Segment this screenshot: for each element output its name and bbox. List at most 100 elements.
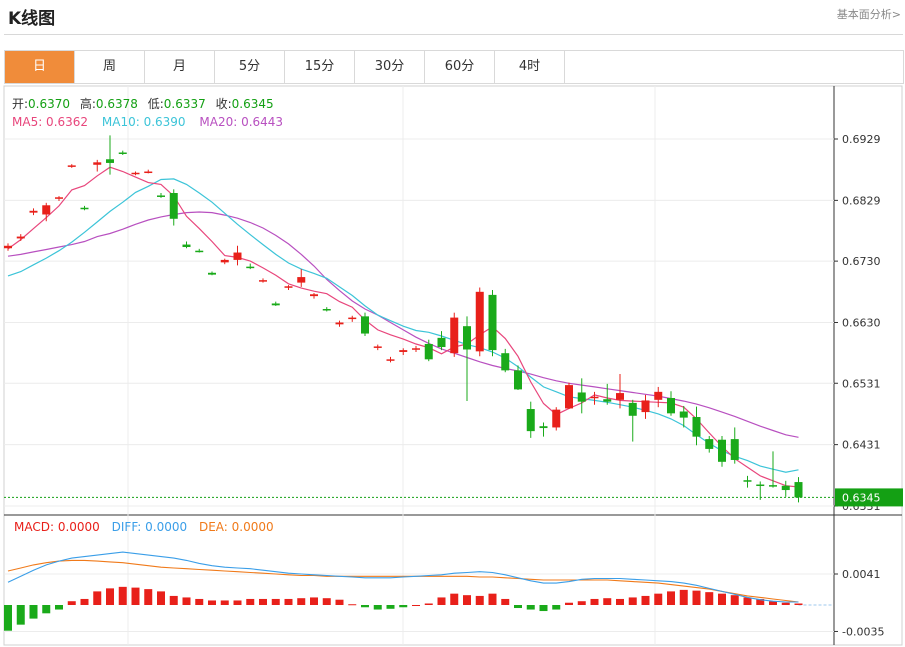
macd-histogram-bar (29, 605, 38, 619)
high-value: 0.6378 (96, 97, 138, 111)
candle (42, 202, 51, 222)
candle (539, 422, 548, 437)
candle-body (781, 485, 790, 491)
ma20-legend: MA20: 0.6443 (199, 115, 283, 129)
macd-histogram-bar (539, 605, 548, 612)
candle-body (654, 391, 663, 400)
ma10-legend: MA10: 0.6390 (102, 115, 186, 129)
candle (67, 164, 76, 168)
macd-tick-label: 0.0041 (842, 568, 881, 581)
current-price-label: 0.6345 (842, 491, 881, 504)
candle (246, 263, 255, 270)
macd-histogram-bar (297, 598, 306, 605)
candle-body (730, 439, 739, 460)
candle-body (794, 482, 803, 498)
candle-body (705, 439, 714, 449)
macd-histogram-bar (514, 605, 522, 609)
open-value: 0.6370 (28, 97, 70, 111)
candle (118, 150, 127, 155)
candle-body (297, 277, 306, 283)
macd-histogram-bar (654, 593, 663, 605)
macd-histogram-bar (144, 589, 153, 605)
macd-histogram-bar (488, 593, 497, 605)
candle (386, 356, 395, 363)
candle (743, 475, 752, 488)
macd-histogram-bar (80, 598, 89, 605)
candle-body (246, 266, 255, 269)
candle (93, 159, 102, 172)
candle-body (667, 397, 675, 414)
macd-histogram-bar (131, 587, 140, 605)
candle-body (692, 417, 701, 437)
candle (730, 427, 739, 464)
macd-histogram-bar (565, 602, 573, 605)
candle-body (220, 259, 229, 263)
candle-body (144, 171, 153, 174)
macd-histogram-bar (246, 598, 255, 605)
candle-body (373, 346, 382, 348)
price-tick-label: 0.6829 (842, 194, 881, 207)
chart-axes: 0.6929 0.6829 0.6730 0.6630 0.6531 0.6431 0.63… (4, 133, 903, 638)
candle-body (475, 291, 484, 352)
price-tick-label: 0.6630 (842, 317, 881, 330)
candle (195, 248, 204, 253)
candle-body (603, 399, 612, 402)
macd-histogram-bar (195, 598, 204, 605)
candle-body (616, 393, 624, 400)
macd-histogram-bar (118, 586, 127, 605)
candle-body (208, 272, 216, 275)
candle (475, 287, 484, 357)
candle-body (769, 485, 777, 487)
chart-grid (3, 85, 903, 646)
candle-body (131, 172, 140, 175)
candle (692, 406, 701, 446)
macd-histogram-bar (220, 600, 229, 605)
candle-body (399, 350, 408, 352)
candle (488, 289, 497, 357)
candle (4, 243, 12, 251)
macd-histogram-bar (361, 605, 369, 608)
ohlc-legend: 开:0.6370 高:0.6378 低:0.6337 收:0.6345 (12, 96, 274, 111)
candle (361, 312, 369, 337)
macd-histogram-bar (450, 593, 459, 605)
open-label: 开: (12, 97, 28, 111)
macd-histogram-bar (577, 601, 586, 605)
macd-histogram-bar (679, 589, 688, 605)
price-tick-label: 0.6431 (842, 439, 881, 452)
macd-histogram-bar (641, 595, 650, 605)
candle-body (4, 245, 12, 249)
macd-histogram-bar (182, 597, 191, 605)
candle (705, 436, 714, 453)
candle (590, 391, 599, 405)
candle (131, 171, 140, 176)
high-label: 高: (80, 96, 96, 111)
candle (399, 348, 408, 356)
macd-histogram-bar (42, 605, 51, 614)
candle-body (55, 197, 63, 199)
macd-histogram-bar (526, 605, 535, 610)
candle (16, 234, 25, 241)
candle-body (641, 400, 650, 413)
candle (628, 399, 637, 442)
candle-body (67, 165, 76, 167)
candle (169, 189, 178, 226)
candle (781, 480, 790, 497)
macd-histogram-bar (169, 595, 178, 605)
candle (526, 401, 535, 438)
candle-body (169, 193, 178, 219)
candle-body (590, 396, 599, 399)
candle-body (501, 353, 510, 371)
kline-chart[interactable]: 0.6929 0.6829 0.6730 0.6630 0.6531 0.6431 0.63… (0, 0, 905, 647)
chart-frame (3, 85, 903, 646)
macd-histogram-bar (16, 605, 25, 625)
macd-histogram-bar (424, 603, 433, 605)
macd-histogram-bar (67, 601, 76, 605)
macd-histogram-bar (208, 600, 216, 605)
candle (271, 301, 280, 306)
candle-body (718, 439, 726, 462)
macd-histogram-bar (106, 588, 114, 605)
macd-histogram-bar (373, 605, 382, 610)
macd-histogram-bar (259, 598, 267, 605)
candle-body (539, 426, 548, 429)
candle-body (157, 195, 165, 197)
